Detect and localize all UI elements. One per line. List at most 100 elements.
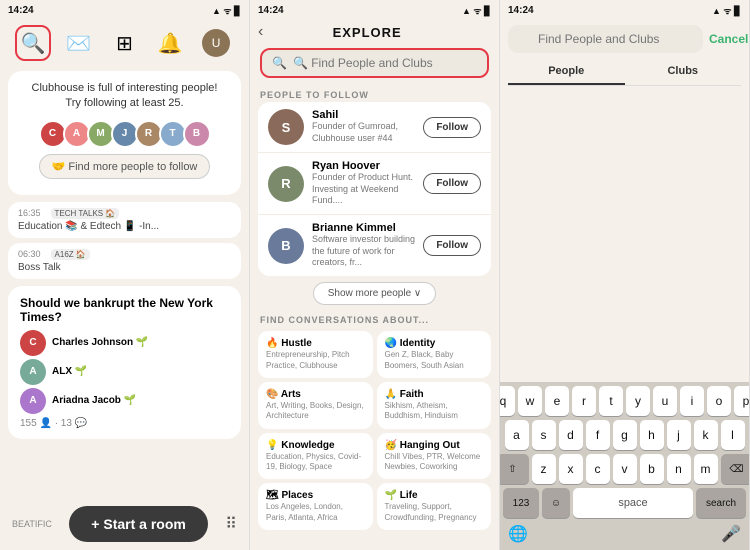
person-ariadna: A Ariadna Jacob 🌱 bbox=[20, 388, 229, 414]
key-s[interactable]: s bbox=[532, 420, 556, 450]
key-backspace[interactable]: ⌫ bbox=[721, 454, 750, 484]
profile-nav-icon[interactable]: U bbox=[198, 25, 234, 61]
topic-faith-sub: Sikhism, Atheism, Buddhism, Hinduism bbox=[385, 401, 484, 422]
footer-bar: BEATIFIC + Start a room ⠿ bbox=[0, 498, 249, 550]
key-x[interactable]: x bbox=[559, 454, 583, 484]
key-space[interactable]: space bbox=[573, 488, 693, 518]
key-numbers[interactable]: 123 bbox=[503, 488, 539, 518]
talk-tag-1: TECH TALKS 🏠 bbox=[51, 208, 120, 219]
person-row-ryan[interactable]: R Ryan Hoover Founder of Product Hunt. I… bbox=[258, 153, 491, 215]
panel-home: 14:24 ▲ ᯤ ▊ 🔍 ✉️ ⊞ 🔔 U Clubhouse is full… bbox=[0, 0, 250, 550]
discussion-card[interactable]: Should we bankrupt the New York Times? C… bbox=[8, 286, 241, 439]
tab-people[interactable]: People bbox=[508, 59, 625, 85]
explore-search-input[interactable] bbox=[293, 56, 477, 70]
topic-hustle[interactable]: 🔥 Hustle Entrepreneurship, Pitch Practic… bbox=[258, 331, 373, 378]
search-wrap: 🔍 bbox=[508, 25, 703, 53]
panel-explore: 14:24 ▲ ᯤ ▊ ‹ EXPLORE 🔍 PEOPLE TO FOLLOW… bbox=[250, 0, 500, 550]
cancel-button[interactable]: Cancel bbox=[709, 32, 748, 46]
explore-search-bar[interactable]: 🔍 bbox=[260, 48, 489, 78]
topic-faith[interactable]: 🙏 Faith Sikhism, Atheism, Buddhism, Hind… bbox=[377, 382, 492, 429]
key-u[interactable]: u bbox=[653, 386, 677, 416]
banner-card: Clubhouse is full of interesting people!… bbox=[8, 71, 241, 195]
status-icons-3: ▲ ᯤ ▊ bbox=[712, 4, 741, 17]
find-people-button[interactable]: 🤝 Find more people to follow bbox=[39, 154, 211, 179]
status-icons-2: ▲ ᯤ ▊ bbox=[462, 4, 491, 17]
key-z[interactable]: z bbox=[532, 454, 556, 484]
person-row-brianne[interactable]: B Brianne Kimmel Software investor build… bbox=[258, 215, 491, 276]
topic-knowledge-sub: Education, Physics, Covid-19, Biology, S… bbox=[266, 452, 365, 473]
start-room-button[interactable]: + Start a room bbox=[69, 506, 208, 542]
conversations-section-title: FIND CONVERSATIONS ABOUT... bbox=[250, 311, 499, 327]
follow-sahil-button[interactable]: Follow bbox=[423, 117, 481, 138]
banner-line2: Try following at least 25. bbox=[20, 96, 229, 111]
talk-item-1[interactable]: 16:35 TECH TALKS 🏠 Education 📚 & Edtech … bbox=[8, 202, 241, 238]
person-row-sahil[interactable]: S Sahil Founder of Gumroad, Clubhouse us… bbox=[258, 102, 491, 153]
sahil-name: Sahil bbox=[312, 109, 415, 121]
brianne-desc: Software investor building the future of… bbox=[312, 234, 415, 269]
topics-grid: 🔥 Hustle Entrepreneurship, Pitch Practic… bbox=[250, 327, 499, 534]
inbox-nav-icon[interactable]: ✉️ bbox=[61, 25, 97, 61]
search-nav-icon[interactable]: 🔍 bbox=[15, 25, 51, 61]
topic-arts[interactable]: 🎨 Arts Art, Writing, Books, Design, Arch… bbox=[258, 382, 373, 429]
globe-icon[interactable]: 🌐 bbox=[508, 524, 528, 544]
key-a[interactable]: a bbox=[505, 420, 529, 450]
topic-identity-title: 🌏 Identity bbox=[385, 338, 484, 349]
key-q[interactable]: q bbox=[500, 386, 515, 416]
talk-tag-2: A16Z 🏠 bbox=[51, 249, 90, 260]
topic-hanging-out[interactable]: 🥳 Hanging Out Chill Vibes, PTR, Welcome … bbox=[377, 433, 492, 480]
key-n[interactable]: n bbox=[667, 454, 691, 484]
keyboard: q w e r t y u i o p a s d f g h j k l ⇧ … bbox=[500, 382, 749, 550]
key-shift[interactable]: ⇧ bbox=[500, 454, 529, 484]
talk-title-1: Education 📚 & Edtech 📱 -In... bbox=[18, 221, 231, 232]
rooms-nav-icon[interactable]: ⊞ bbox=[106, 25, 142, 61]
topic-places-title: 🗺 Places bbox=[266, 490, 365, 501]
key-g[interactable]: g bbox=[613, 420, 637, 450]
key-i[interactable]: i bbox=[680, 386, 704, 416]
key-k[interactable]: k bbox=[694, 420, 718, 450]
key-l[interactable]: l bbox=[721, 420, 745, 450]
sahil-desc: Founder of Gumroad, Clubhouse user #44 bbox=[312, 121, 415, 144]
key-b[interactable]: b bbox=[640, 454, 664, 484]
key-y[interactable]: y bbox=[626, 386, 650, 416]
key-o[interactable]: o bbox=[707, 386, 731, 416]
discussion-stats: 155 👤 · 13 💬 bbox=[20, 418, 229, 429]
follow-ryan-button[interactable]: Follow bbox=[423, 173, 481, 194]
mic-icon[interactable]: 🎤 bbox=[721, 524, 741, 544]
person-charles-name: Charles Johnson 🌱 bbox=[52, 337, 148, 348]
topic-knowledge-title: 💡 Knowledge bbox=[266, 440, 365, 451]
key-emoji[interactable]: ☺ bbox=[542, 488, 570, 518]
talk-time-2: 06:30 bbox=[18, 249, 41, 259]
show-more-people-button[interactable]: Show more people ∨ bbox=[313, 282, 436, 305]
key-p[interactable]: p bbox=[734, 386, 750, 416]
sahil-info: Sahil Founder of Gumroad, Clubhouse user… bbox=[312, 109, 415, 144]
topic-places[interactable]: 🗺 Places Los Angeles, London, Paris, Atl… bbox=[258, 483, 373, 530]
topic-places-sub: Los Angeles, London, Paris, Atlanta, Afr… bbox=[266, 502, 365, 523]
avatar-ryan: R bbox=[268, 166, 304, 202]
talk-title-2: Boss Talk bbox=[18, 262, 231, 273]
status-bar-3: 14:24 ▲ ᯤ ▊ bbox=[500, 0, 749, 19]
key-f[interactable]: f bbox=[586, 420, 610, 450]
key-e[interactable]: e bbox=[545, 386, 569, 416]
key-v[interactable]: v bbox=[613, 454, 637, 484]
dots-icon[interactable]: ⠿ bbox=[225, 514, 237, 534]
key-c[interactable]: c bbox=[586, 454, 610, 484]
key-j[interactable]: j bbox=[667, 420, 691, 450]
tab-clubs[interactable]: Clubs bbox=[625, 59, 742, 85]
follow-brianne-button[interactable]: Follow bbox=[423, 235, 481, 256]
key-d[interactable]: d bbox=[559, 420, 583, 450]
key-m[interactable]: m bbox=[694, 454, 718, 484]
bell-nav-icon[interactable]: 🔔 bbox=[152, 25, 188, 61]
topic-arts-title: 🎨 Arts bbox=[266, 389, 365, 400]
talk-item-2[interactable]: 06:30 A16Z 🏠 Boss Talk bbox=[8, 243, 241, 279]
keyboard-bottom: 🌐 🎤 bbox=[502, 522, 747, 546]
topic-life[interactable]: 🌱 Life Traveling, Support, Crowdfunding,… bbox=[377, 483, 492, 530]
key-t[interactable]: t bbox=[599, 386, 623, 416]
key-h[interactable]: h bbox=[640, 420, 664, 450]
topic-knowledge[interactable]: 💡 Knowledge Education, Physics, Covid-19… bbox=[258, 433, 373, 480]
key-search[interactable]: search bbox=[696, 488, 746, 518]
key-w[interactable]: w bbox=[518, 386, 542, 416]
people-clubs-search-input[interactable] bbox=[508, 25, 703, 53]
topic-identity[interactable]: 🌏 Identity Gen Z, Black, Baby Boomers, S… bbox=[377, 331, 492, 378]
key-r[interactable]: r bbox=[572, 386, 596, 416]
keyboard-row-4: 123 ☺ space search bbox=[502, 488, 747, 518]
